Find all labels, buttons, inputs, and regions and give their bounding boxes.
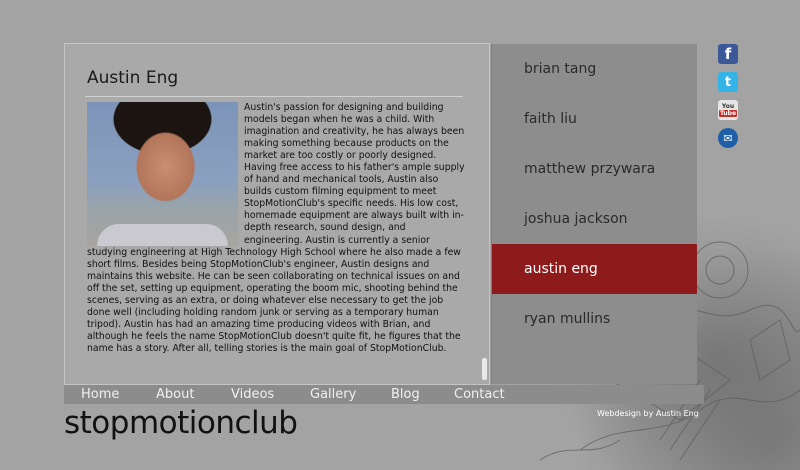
menu-videos[interactable]: Videos — [231, 385, 274, 404]
member-item-austin-eng[interactable]: austin eng — [492, 244, 697, 294]
facebook-icon[interactable]: f — [718, 44, 738, 64]
menu-contact[interactable]: Contact — [454, 385, 505, 404]
menu-gallery[interactable]: Gallery — [310, 385, 356, 404]
title-divider — [85, 96, 463, 97]
menu-about[interactable]: About — [156, 385, 194, 404]
menu-blog[interactable]: Blog — [391, 385, 420, 404]
member-item-matthew-przywara[interactable]: matthew przywara — [492, 144, 697, 194]
member-item-ryan-mullins[interactable]: ryan mullins — [492, 294, 697, 344]
bio-scroll-area[interactable]: Austin's passion for designing and build… — [87, 102, 465, 384]
social-links: f t You Tube ✉ — [718, 44, 738, 156]
mail-icon[interactable]: ✉ — [718, 128, 738, 148]
member-item-faith-liu[interactable]: faith liu — [492, 94, 697, 144]
bio-panel: Austin Eng Austin's passion for designin… — [64, 43, 490, 385]
twitter-icon[interactable]: t — [718, 72, 738, 92]
youtube-icon[interactable]: You Tube — [718, 100, 738, 120]
main-menu: Home About Videos Gallery Blog Contact — [64, 385, 704, 404]
site-logo-text[interactable]: stopmotionclub — [64, 405, 298, 441]
webdesign-credit: Webdesign by Austin Eng — [597, 409, 699, 418]
page-title: Austin Eng — [87, 68, 179, 88]
member-photo — [87, 102, 238, 246]
menu-home[interactable]: Home — [81, 385, 119, 404]
member-item-brian-tang[interactable]: brian tang — [492, 44, 697, 94]
member-list: brian tang faith liu matthew przywara jo… — [491, 44, 697, 384]
bio-scrollbar-thumb[interactable] — [482, 358, 487, 380]
member-item-joshua-jackson[interactable]: joshua jackson — [492, 194, 697, 244]
